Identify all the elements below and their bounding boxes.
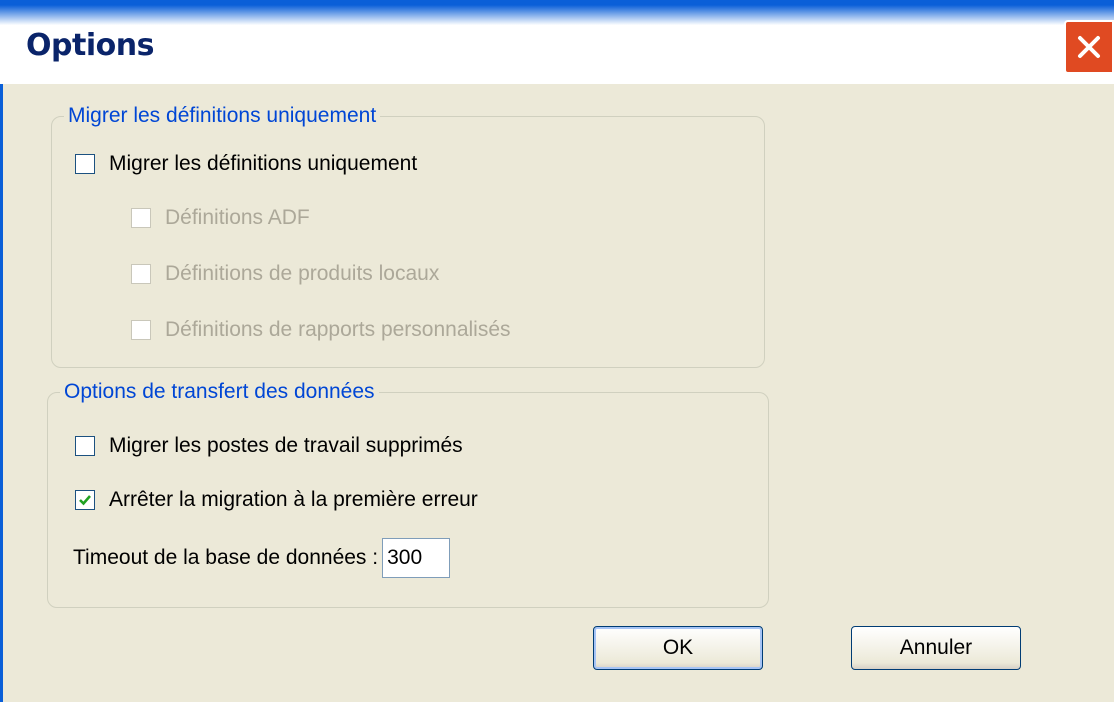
stop-on-error-checkbox[interactable]: Arrêter la migration à la première erreu… [75,488,478,512]
custom-reports-label: Définitions de rapports personnalisés [165,318,511,341]
adf-definitions-checkbox[interactable]: Définitions ADF [131,206,310,230]
migrate-deleted-workstations-checkbox[interactable]: Migrer les postes de travail supprimés [75,434,463,458]
ok-button[interactable]: OK [593,626,763,670]
stop-on-error-label: Arrêter la migration à la première erreu… [109,488,478,511]
checkbox-box[interactable] [131,320,151,340]
custom-reports-checkbox[interactable]: Définitions de rapports personnalisés [131,318,511,342]
dialog-body: Migrer les définitions uniquement Migrer… [0,84,1114,702]
title-bar: Options [0,0,1114,84]
local-products-label: Définitions de produits locaux [165,262,440,285]
adf-definitions-label: Définitions ADF [165,206,310,229]
migrate-definitions-label: Migrer les définitions uniquement [109,152,418,175]
window-title: Options [26,28,154,63]
checkbox-box[interactable] [131,264,151,284]
transfer-options-legend: Options de transfert des données [64,380,375,403]
local-products-checkbox[interactable]: Définitions de produits locaux [131,262,439,286]
checkbox-box[interactable] [75,436,95,456]
checkbox-box[interactable] [75,154,95,174]
migrate-definitions-checkbox[interactable]: Migrer les définitions uniquement [75,152,417,176]
migrate-deleted-workstations-label: Migrer les postes de travail supprimés [109,434,463,457]
timeout-input[interactable] [382,538,451,578]
checkbox-box[interactable] [75,490,95,510]
close-button[interactable] [1064,20,1114,74]
close-icon [1078,36,1100,58]
timeout-label: Timeout de la base de données : [73,546,379,569]
timeout-row: Timeout de la base de données : [73,538,451,578]
checkbox-box[interactable] [131,208,151,228]
cancel-button[interactable]: Annuler [851,626,1021,670]
checkmark-icon [79,495,91,506]
definitions-group-legend: Migrer les définitions uniquement [68,104,377,127]
